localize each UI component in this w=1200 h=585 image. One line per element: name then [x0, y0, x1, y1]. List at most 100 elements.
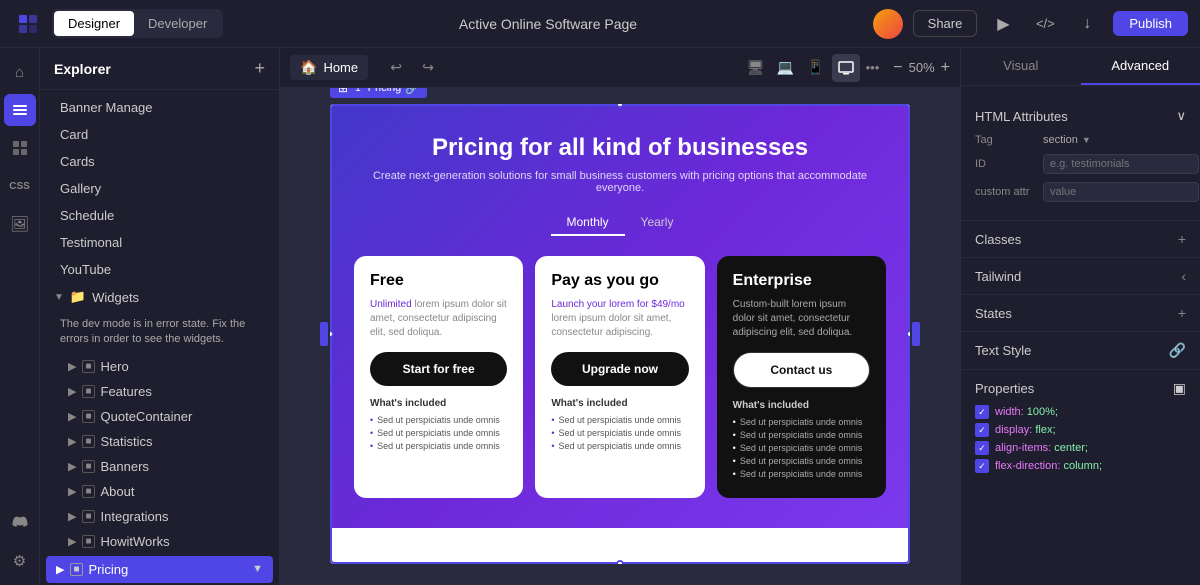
sidebar-icon-settings[interactable]: ⚙ [4, 545, 36, 577]
card-enterprise-name: Enterprise [733, 272, 870, 290]
property-width: width: 100%; [975, 405, 1186, 419]
canvas-zoom-control: − 50% + [893, 59, 950, 77]
properties-layout-icon[interactable]: ▣ [1173, 380, 1186, 397]
property-checkbox-flex-dir[interactable] [975, 459, 989, 473]
explorer-item-howitworks[interactable]: ▶ ■ HowitWorks [40, 529, 279, 554]
collapse-icon[interactable]: ∨ [1176, 108, 1186, 124]
home-page-icon: 🏠 [300, 59, 317, 76]
item-arrow-icon: ▼ [252, 563, 263, 575]
item-label: HowitWorks [101, 534, 170, 549]
feature-item: Sed ut perspiciatis unde omnis [733, 469, 870, 479]
resize-handle-br[interactable] [906, 560, 910, 564]
id-input[interactable] [1043, 154, 1199, 174]
zoom-out-button[interactable]: − [893, 59, 902, 77]
item-label: Integrations [101, 509, 169, 524]
resize-handle-bl[interactable] [330, 560, 334, 564]
states-header[interactable]: States + [975, 305, 1186, 321]
expand-icon: ▶ [56, 563, 64, 576]
yearly-toggle[interactable]: Yearly [625, 210, 690, 236]
resize-handle-mr[interactable] [906, 330, 910, 338]
resize-handle-right[interactable] [912, 322, 920, 346]
canvas-home-tab[interactable]: 🏠 Home [290, 55, 368, 80]
tailwind-header[interactable]: Tailwind ‹ [975, 268, 1186, 284]
explorer-item-banners[interactable]: ▶ ■ Banners [40, 454, 279, 479]
advanced-tab[interactable]: Advanced [1081, 48, 1200, 85]
explorer-item-banner[interactable]: Banner Manage [40, 94, 279, 121]
explorer-item-about[interactable]: ▶ ■ About [40, 479, 279, 504]
item-label: Features [101, 384, 152, 399]
undo-button[interactable]: ↩ [382, 54, 410, 82]
explorer-item-quotecontainer[interactable]: ▶ ■ QuoteContainer [40, 404, 279, 429]
explorer-item-hero[interactable]: ▶ ■ Hero [40, 354, 279, 379]
card-free-included: What's included [370, 398, 507, 409]
expand-icon: ▶ [68, 510, 76, 523]
explorer-item-integrations[interactable]: ▶ ■ Integrations [40, 504, 279, 529]
property-checkbox-width[interactable] [975, 405, 989, 419]
property-checkbox-align[interactable] [975, 441, 989, 455]
explorer-item-cards[interactable]: Cards [40, 148, 279, 175]
states-add-icon[interactable]: + [1178, 305, 1186, 321]
resize-handle-left[interactable] [320, 322, 328, 346]
classes-section: Classes + [961, 221, 1200, 258]
text-style-link-icon[interactable]: 🔗 [1169, 342, 1186, 359]
download-icon[interactable]: ↓ [1071, 8, 1103, 40]
designer-tab[interactable]: Designer [54, 11, 134, 36]
logo-icon[interactable] [12, 8, 44, 40]
pricing-cards: Free Unlimited lorem ipsum dolor sit ame… [354, 256, 886, 498]
explorer-item-schedule[interactable]: Schedule [40, 202, 279, 229]
explorer-item-gallery[interactable]: Gallery [40, 175, 279, 202]
code-icon[interactable]: </> [1029, 8, 1061, 40]
upgrade-now-button[interactable]: Upgrade now [551, 352, 688, 386]
canvas-toolbar: 🏠 Home ↩ ↪ 🖥 💻 📱 ••• − [280, 48, 960, 88]
classes-header[interactable]: Classes + [975, 231, 1186, 247]
explorer-item-statistics[interactable]: ▶ ■ Statistics [40, 429, 279, 454]
sidebar-icon-components[interactable] [4, 132, 36, 164]
resize-handle-bc[interactable] [616, 560, 624, 564]
item-label: Hero [101, 359, 129, 374]
canvas-more-button[interactable]: ••• [866, 60, 880, 75]
explorer-item-features[interactable]: ▶ ■ Features [40, 379, 279, 404]
desktop-large-icon[interactable]: 🖥 [742, 54, 770, 82]
avatar[interactable] [873, 9, 903, 39]
share-button[interactable]: Share [913, 10, 978, 37]
zoom-in-button[interactable]: + [941, 59, 950, 77]
topbar: Designer Developer Active Online Softwar… [0, 0, 1200, 48]
sidebar-icon-image[interactable]: 🖼 [4, 208, 36, 240]
desktop-icon[interactable]: 💻 [772, 54, 800, 82]
explorer-item-youtube[interactable]: YouTube [40, 256, 279, 283]
canvas-tab-label: Home [323, 60, 358, 75]
explorer-item-testimonal[interactable]: Testimonal [40, 229, 279, 256]
tailwind-collapse-icon[interactable]: ‹ [1181, 268, 1186, 284]
sidebar-icon-css[interactable]: CSS [4, 170, 36, 202]
redo-button[interactable]: ↪ [414, 54, 442, 82]
property-checkbox-display[interactable] [975, 423, 989, 437]
topbar-right: Share ▶ </> ↓ Publish [873, 8, 1188, 40]
monitor-icon[interactable] [832, 54, 860, 82]
sidebar-icon-home[interactable]: ⌂ [4, 56, 36, 88]
expand-icon: ▶ [68, 435, 76, 448]
html-attributes-label: HTML Attributes [975, 109, 1068, 124]
contact-us-button[interactable]: Contact us [733, 352, 870, 388]
sidebar-icon-layers[interactable] [4, 94, 36, 126]
explorer-header: Explorer + [40, 48, 279, 90]
explorer-widgets-group[interactable]: ▼ 📁 Widgets [40, 283, 279, 311]
visual-tab[interactable]: Visual [961, 48, 1081, 85]
feature-item: Sed ut perspiciatis unde omnis [370, 415, 507, 425]
tailwind-title: Tailwind [975, 269, 1021, 284]
monthly-toggle[interactable]: Monthly [551, 210, 625, 236]
sidebar-icon-discord[interactable] [4, 507, 36, 539]
start-free-button[interactable]: Start for free [370, 352, 507, 386]
properties-label: Properties [975, 381, 1034, 396]
classes-add-icon[interactable]: + [1178, 231, 1186, 247]
explorer-item-card[interactable]: Card [40, 121, 279, 148]
tag-select[interactable]: section ▼ [1043, 134, 1091, 146]
custom-attr-value-input[interactable] [1043, 182, 1199, 202]
grid-icon: ⊞ [338, 88, 348, 95]
explorer-add-button[interactable]: + [254, 58, 265, 79]
publish-button[interactable]: Publish [1113, 11, 1188, 36]
tablet-icon[interactable]: 📱 [802, 54, 830, 82]
developer-tab[interactable]: Developer [134, 11, 221, 36]
explorer-item-pricing-active[interactable]: ▶ ■ Pricing ▼ [46, 556, 273, 583]
play-icon[interactable]: ▶ [987, 8, 1019, 40]
right-panel: Visual Advanced HTML Attributes ∨ Tag se… [960, 48, 1200, 585]
